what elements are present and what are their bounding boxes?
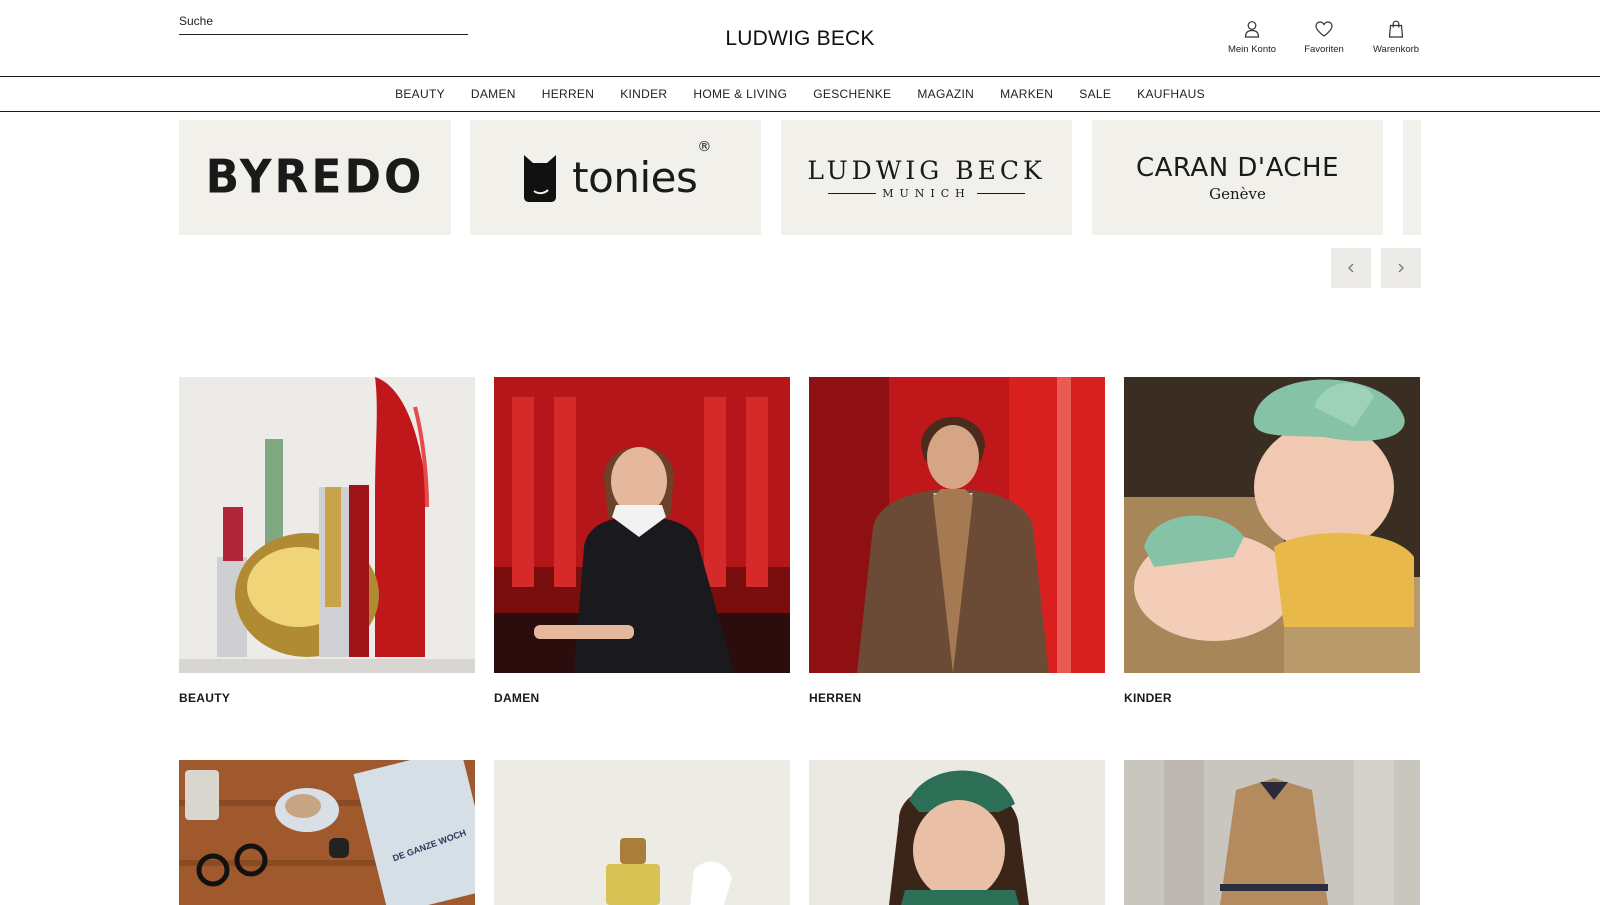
favorites-label: Favoriten xyxy=(1304,44,1344,55)
brand-logo-munich: MUNICH xyxy=(882,186,971,200)
damen-model-image xyxy=(494,377,790,673)
cart-button[interactable]: Warenkorb xyxy=(1360,20,1432,55)
brand-logo-geneve: Genève xyxy=(1209,184,1266,203)
favorites-button[interactable]: Favoriten xyxy=(1288,20,1360,55)
logo-text[interactable]: LUDWIG BECK xyxy=(725,27,874,51)
category-label-herren[interactable]: HERREN xyxy=(809,691,861,705)
brand-logo-byredo: BYREDO xyxy=(205,150,425,205)
beauty-products-image xyxy=(179,377,475,673)
brand-tile-caran-dache[interactable]: CARAN D'ACHE Genève xyxy=(1092,120,1383,235)
category-image-herren[interactable] xyxy=(809,377,1105,673)
brand-tile-ludwig-beck[interactable]: LUDWIG BECK MUNICH xyxy=(781,120,1072,235)
category-label-damen[interactable]: DAMEN xyxy=(494,691,540,705)
heart-icon xyxy=(1315,21,1333,37)
chevron-left-icon xyxy=(1348,263,1354,273)
perfume-image xyxy=(494,760,790,905)
account-label: Mein Konto xyxy=(1227,44,1277,55)
category-label-beauty[interactable]: BEAUTY xyxy=(179,691,230,705)
category-image-damen[interactable] xyxy=(494,377,790,673)
category-image-home-living[interactable]: DE GANZE WOCH xyxy=(179,760,475,905)
category-label-kinder[interactable]: KINDER xyxy=(1124,691,1172,705)
nav-home-living[interactable]: HOME & LIVING xyxy=(693,87,787,101)
nav-beauty[interactable]: BEAUTY xyxy=(395,87,445,101)
nav-kaufhaus[interactable]: KAUFHAUS xyxy=(1137,87,1205,101)
account-button[interactable]: Mein Konto xyxy=(1216,20,1288,55)
cart-label: Warenkorb xyxy=(1372,44,1420,55)
shopping-bag-icon xyxy=(1388,20,1404,38)
tonies-cat-icon xyxy=(524,154,557,202)
herren-model-image xyxy=(809,377,1105,673)
category-image-geschenke[interactable] xyxy=(494,760,790,905)
brand-logo-ludwig-beck: LUDWIG BECK xyxy=(807,155,1046,185)
category-image-accessoires[interactable] xyxy=(809,760,1105,905)
nav-marken[interactable]: MARKEN xyxy=(1000,87,1053,101)
home-living-image: DE GANZE WOCH xyxy=(179,760,475,905)
brand-tile-partial[interactable] xyxy=(1403,120,1421,235)
carousel-next-button[interactable] xyxy=(1381,248,1421,288)
kinder-children-image xyxy=(1124,377,1420,673)
main-nav: BEAUTY DAMEN HERREN KINDER HOME & LIVING… xyxy=(0,76,1600,112)
nav-magazin[interactable]: MAGAZIN xyxy=(917,87,974,101)
search-input[interactable] xyxy=(179,12,468,28)
nav-herren[interactable]: HERREN xyxy=(542,87,594,101)
nav-geschenke[interactable]: GESCHENKE xyxy=(813,87,891,101)
brand-logo-tonies: tonies xyxy=(572,153,698,202)
registered-mark: ® xyxy=(697,139,711,155)
user-icon xyxy=(1244,21,1260,38)
headband-model-image xyxy=(809,760,1105,905)
carousel-prev-button[interactable] xyxy=(1331,248,1371,288)
category-image-beauty[interactable] xyxy=(179,377,475,673)
nav-kinder[interactable]: KINDER xyxy=(620,87,667,101)
coat-image xyxy=(1124,760,1420,905)
nav-damen[interactable]: DAMEN xyxy=(471,87,516,101)
brand-tile-byredo[interactable]: BYREDO xyxy=(179,120,451,235)
brand-tile-tonies[interactable]: tonies® xyxy=(470,120,761,235)
brand-logo-caran-dache: CARAN D'ACHE xyxy=(1135,152,1340,183)
chevron-right-icon xyxy=(1398,263,1404,273)
category-image-sale[interactable] xyxy=(1124,760,1420,905)
nav-sale[interactable]: SALE xyxy=(1079,87,1111,101)
category-image-kinder[interactable] xyxy=(1124,377,1420,673)
